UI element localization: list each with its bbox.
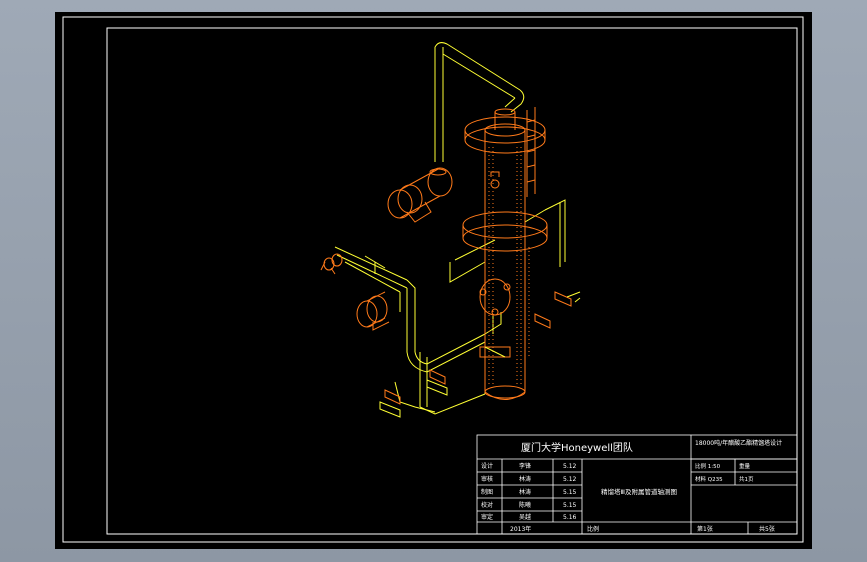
cad-viewport[interactable]: 厦门大学Honeywell团队 18000吨/年醋酸乙酯精馏塔设计 设计 李锋 …	[55, 12, 812, 549]
right-cell: 共1页	[739, 475, 754, 483]
row-name: 李锋	[519, 462, 531, 470]
title-block-text: 厦门大学Honeywell团队 18000吨/年醋酸乙酯精馏塔设计 设计 李锋 …	[481, 439, 782, 533]
left-valve	[320, 253, 343, 275]
row-date: 5.12	[563, 463, 577, 470]
horizontal-drum	[387, 167, 453, 223]
pipe-supports	[384, 291, 572, 405]
row-name: 林涛	[519, 488, 531, 496]
distillation-column	[462, 107, 548, 400]
row-date: 5.15	[563, 489, 577, 496]
row-role: 设计	[481, 462, 493, 470]
drawing-name: 精馏塔Ⅲ及附属管道轴测图	[601, 487, 677, 496]
row-role: 校对	[481, 501, 493, 509]
scale-label: 比例	[587, 525, 599, 533]
isometric-piping-drawing: 厦门大学Honeywell团队 18000吨/年醋酸乙酯精馏塔设计 设计 李锋 …	[62, 16, 804, 543]
year-label: 2013年	[510, 525, 531, 533]
sheet-label: 第1张	[697, 525, 713, 533]
column-detail-dots	[488, 147, 530, 387]
row-role: 审定	[481, 513, 493, 521]
row-name: 林涛	[519, 475, 531, 483]
project-title: 18000吨/年醋酸乙酯精馏塔设计	[695, 439, 782, 447]
row-name: 陈曦	[519, 501, 531, 509]
right-cell: 材料 Q235	[695, 475, 723, 483]
row-role: 制图	[481, 488, 493, 496]
row-date: 5.12	[563, 476, 577, 483]
pipe-lines	[334, 42, 566, 415]
outer-frame	[62, 16, 804, 543]
team-name: 厦门大学Honeywell团队	[521, 441, 633, 454]
row-name: 吴越	[519, 513, 531, 521]
left-vessel	[356, 291, 390, 331]
row-date: 5.15	[563, 502, 577, 509]
total-label: 共5张	[759, 525, 775, 533]
row-role: 审核	[481, 475, 493, 483]
right-cell: 比例 1:50	[695, 462, 721, 470]
right-cell: 重量	[739, 462, 751, 470]
row-date: 5.16	[563, 514, 577, 521]
